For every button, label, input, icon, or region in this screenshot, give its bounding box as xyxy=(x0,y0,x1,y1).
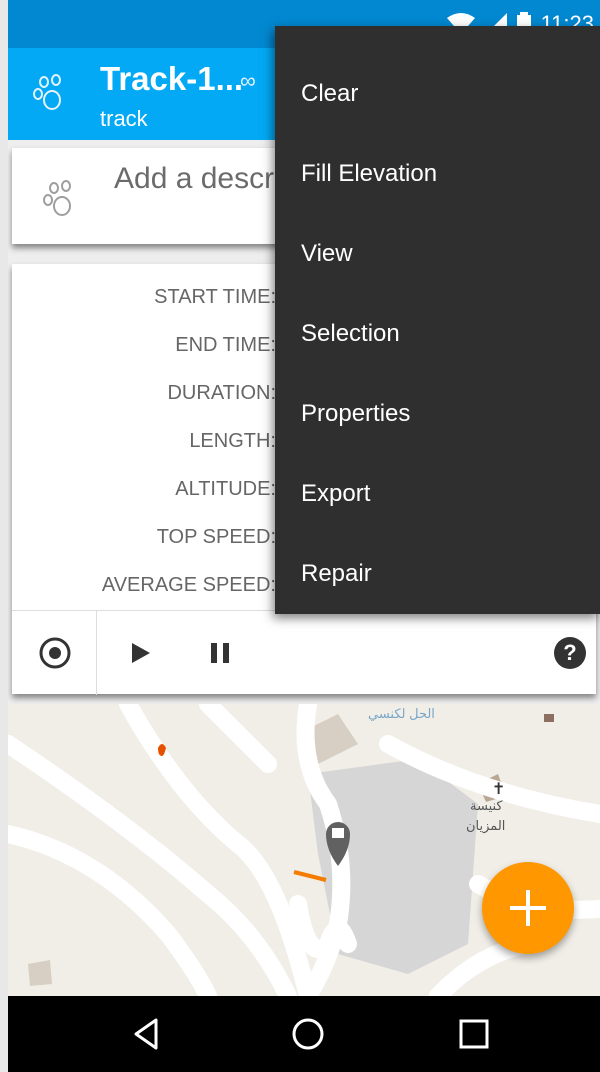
play-icon[interactable] xyxy=(126,639,154,667)
stat-label: DURATION: xyxy=(167,382,276,404)
stat-label: AVERAGE SPEED: xyxy=(101,574,276,596)
stat-label: START TIME: xyxy=(154,286,276,308)
infinity-icon: ∞ xyxy=(240,68,256,93)
stat-label: ALTITUDE: xyxy=(175,478,276,500)
navigation-bar xyxy=(8,996,600,1072)
map-label-church: كنيسة xyxy=(470,798,503,813)
menu-item-properties[interactable]: Properties xyxy=(301,400,410,428)
paw-icon xyxy=(43,180,71,216)
plus-icon xyxy=(510,890,546,926)
stat-label: LENGTH: xyxy=(189,430,276,452)
menu-item-export[interactable]: Export xyxy=(301,480,370,508)
stat-row-start-time: START TIME: 5: xyxy=(154,286,304,316)
menu-item-repair[interactable]: Repair xyxy=(301,560,372,588)
home-icon[interactable] xyxy=(290,1016,326,1052)
record-icon[interactable] xyxy=(38,636,72,670)
svg-text:?: ? xyxy=(563,640,576,665)
menu-item-fill-elevation[interactable]: Fill Elevation xyxy=(301,160,437,188)
stat-row-altitude: ALTITUDE: 48 xyxy=(175,478,311,508)
pause-icon[interactable] xyxy=(206,639,234,667)
track-subtitle: track xyxy=(100,106,148,131)
stat-row-average-speed: AVERAGE SPEED: 1. xyxy=(101,574,304,604)
recents-icon[interactable] xyxy=(456,1016,492,1052)
description-input[interactable]: Add a descri xyxy=(114,162,281,196)
stat-row-length: LENGTH: 33 xyxy=(189,430,311,460)
stat-row-top-speed: TOP SPEED: 0r xyxy=(156,526,305,556)
stat-row-duration: DURATION: 39 xyxy=(167,382,310,412)
menu-item-view[interactable]: View xyxy=(301,240,353,268)
toolbar-divider xyxy=(96,611,97,695)
help-icon[interactable]: ? xyxy=(552,635,588,671)
add-button[interactable] xyxy=(482,862,574,954)
app-frame: 11:23 Track-1... ∞ track Add a descri ST… xyxy=(8,0,600,1072)
overflow-menu: Clear Fill Elevation View Selection Prop… xyxy=(275,26,600,614)
map-label-street: المزيان xyxy=(466,818,506,833)
map-label-top: الحل لكنسي xyxy=(368,706,435,721)
menu-item-selection[interactable]: Selection xyxy=(301,320,400,348)
stat-label: TOP SPEED: xyxy=(156,526,276,548)
svg-text:✝: ✝ xyxy=(492,779,505,798)
track-title[interactable]: Track-1... xyxy=(100,60,243,98)
back-icon[interactable] xyxy=(128,1016,164,1052)
stat-row-end-time: END TIME: 5: xyxy=(175,334,303,364)
menu-item-clear[interactable]: Clear xyxy=(301,80,358,108)
playback-toolbar: ? xyxy=(12,610,596,695)
paw-icon xyxy=(33,74,61,110)
stat-label: END TIME: xyxy=(175,334,276,356)
